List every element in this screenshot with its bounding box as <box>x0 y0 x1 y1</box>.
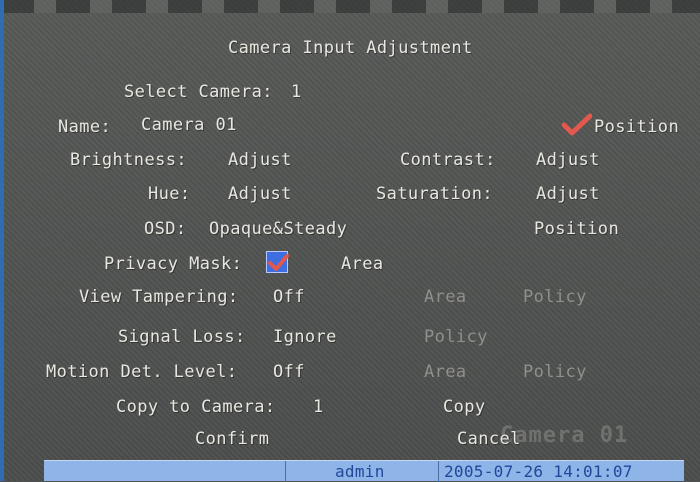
dvr-screen <box>0 0 700 481</box>
view-tampering-area-button[interactable]: Area <box>424 287 467 307</box>
motion-policy-button[interactable]: Policy <box>523 362 587 382</box>
copy-to-camera-label: Copy to Camera: <box>116 397 276 417</box>
osd-select[interactable]: Opaque&Steady <box>209 219 347 239</box>
signal-loss-policy-button[interactable]: Policy <box>424 327 488 347</box>
hue-adjust-button[interactable]: Adjust <box>228 184 292 204</box>
copy-button[interactable]: Copy <box>443 397 486 417</box>
signal-loss-value[interactable]: Ignore <box>273 327 337 347</box>
contrast-label: Contrast: <box>400 150 496 170</box>
motion-level-value[interactable]: Off <box>273 362 305 382</box>
osd-label: OSD: <box>144 219 187 239</box>
contrast-adjust-button[interactable]: Adjust <box>536 150 600 170</box>
name-field[interactable]: Camera 01 <box>141 115 237 135</box>
view-tampering-label: View Tampering: <box>79 287 239 307</box>
brightness-label: Brightness: <box>70 150 187 170</box>
osd-position-button[interactable]: Position <box>534 219 619 239</box>
status-datetime: 2005-07-26 14:01:07 <box>444 462 633 481</box>
copy-to-camera-value[interactable]: 1 <box>313 397 324 417</box>
privacy-mask-label: Privacy Mask: <box>104 254 243 274</box>
left-edge <box>0 0 4 481</box>
hue-label: Hue: <box>148 184 191 204</box>
saturation-adjust-button[interactable]: Adjust <box>536 184 600 204</box>
confirm-button[interactable]: Confirm <box>195 429 269 449</box>
checkbox-checked-icon <box>268 254 289 271</box>
status-user: admin <box>335 462 385 481</box>
view-tampering-policy-button[interactable]: Policy <box>523 287 587 307</box>
select-camera-label: Select Camera: <box>124 82 273 102</box>
name-position-button[interactable]: Position <box>594 117 679 137</box>
motion-level-label: Motion Det. Level: <box>46 362 238 382</box>
saturation-label: Saturation: <box>376 184 493 204</box>
status-bar: admin 2005-07-26 14:01:07 <box>44 460 684 482</box>
brightness-adjust-button[interactable]: Adjust <box>228 150 292 170</box>
checkmark-icon[interactable] <box>562 113 592 137</box>
privacy-area-button[interactable]: Area <box>341 254 384 274</box>
motion-area-button[interactable]: Area <box>424 362 467 382</box>
view-tampering-value[interactable]: Off <box>273 287 305 307</box>
select-camera-value[interactable]: 1 <box>291 82 302 102</box>
status-divider <box>285 461 286 482</box>
top-video-strip <box>0 0 700 13</box>
privacy-mask-checkbox[interactable] <box>266 251 289 273</box>
signal-loss-label: Signal Loss: <box>118 327 246 347</box>
dialog-title: Camera Input Adjustment <box>228 38 473 58</box>
name-label: Name: <box>58 117 112 137</box>
status-divider <box>438 461 439 482</box>
cancel-button[interactable]: Cancel <box>457 429 521 449</box>
